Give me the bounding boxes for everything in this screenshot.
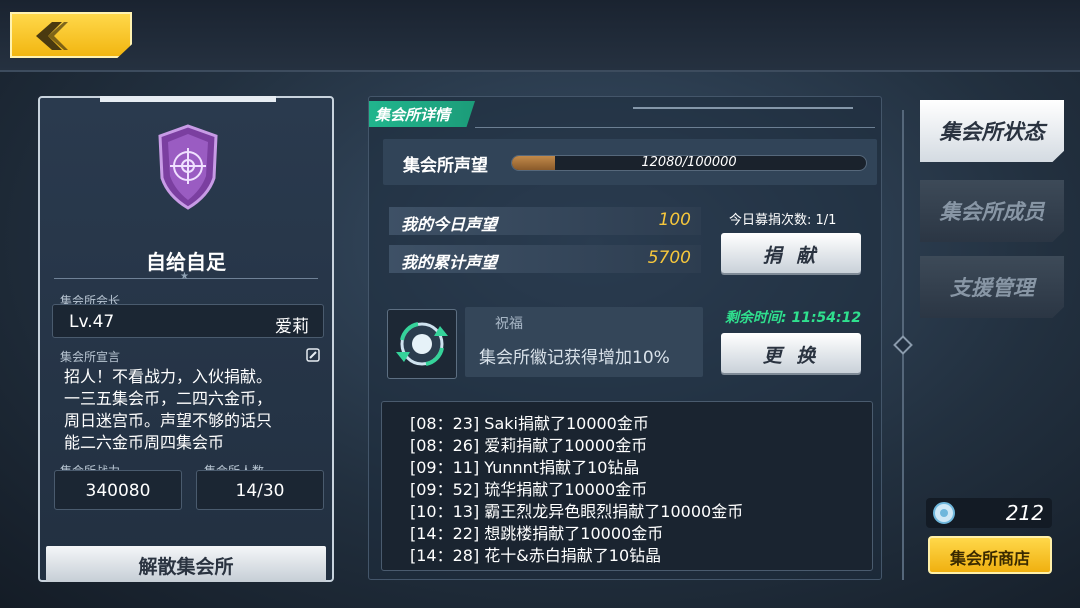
log-entry: [09：52] 琉华捐献了10000金币 <box>410 480 648 499</box>
tab-guild-status[interactable]: 集会所状态 <box>920 100 1064 162</box>
members-box: 14/30 <box>196 470 324 510</box>
log-entry: [14：28] 花十&赤白捐献了10钻晶 <box>410 546 662 565</box>
blessing-title: 祝福 <box>495 316 523 332</box>
star-icon: ★ <box>180 271 189 282</box>
declaration-line: 招人！不看战力，入伙捐献。 <box>64 367 273 386</box>
reputation-label: 集会所声望 <box>403 156 488 176</box>
power-value: 340080 <box>85 481 151 501</box>
guild-currency: 212 <box>926 498 1052 528</box>
tab-guild-members[interactable]: 集会所成员 <box>920 180 1064 242</box>
tab-label: 支援管理 <box>950 276 1034 300</box>
panel-cap <box>100 96 276 102</box>
donate-count: 今日募捐次数: 1/1 <box>729 213 837 228</box>
divider <box>633 107 853 109</box>
donate-button[interactable]: 捐 献 <box>721 233 861 273</box>
declaration-line: 一三五集会币，二四六金币， <box>64 389 273 408</box>
disband-label: 解散集会所 <box>138 556 234 578</box>
log-entry: [10：13] 霸王烈龙异色眼烈捐献了10000金币 <box>410 502 744 521</box>
log-entry: [08：23] Saki捐献了10000金币 <box>410 414 649 433</box>
total-reputation-value: 5700 <box>647 248 691 268</box>
declaration-text: 招人！不看战力，入伙捐献。 一三五集会币，二四六金币， 周日迷宫币。声望不够的话… <box>64 366 314 454</box>
top-bar <box>0 0 1080 72</box>
disband-button[interactable]: 解散集会所 <box>46 546 326 582</box>
power-box: 340080 <box>54 470 182 510</box>
log-entry: [08：26] 爱莉捐献了10000金币 <box>410 436 648 455</box>
leader-level: Lv.47 <box>69 312 115 332</box>
donate-button-label: 捐 献 <box>762 245 820 267</box>
guild-shop-button[interactable]: 集会所商店 <box>928 536 1052 574</box>
total-reputation-row: 我的累计声望 5700 <box>389 245 701 273</box>
reputation-progress-text: 12080/100000 <box>641 155 737 170</box>
declaration-line: 能二六金币周四集会币 <box>64 433 225 452</box>
change-button[interactable]: 更 换 <box>721 333 861 373</box>
blessing-icon-frame <box>387 309 457 379</box>
guild-currency-value: 212 <box>1005 501 1044 525</box>
tab-label: 集会所成员 <box>939 200 1045 224</box>
guild-badge-icon <box>396 322 448 366</box>
members-value: 14/30 <box>235 481 285 501</box>
today-reputation-label: 我的今日声望 <box>401 215 498 234</box>
guild-details-panel: 集会所详情 集会所声望 12080/100000 我的今日声望 100 我的累计… <box>368 96 882 580</box>
tab-support-management[interactable]: 支援管理 <box>920 256 1064 318</box>
reputation-progress-bar: 12080/100000 <box>511 155 867 171</box>
declaration-line: 周日迷宫币。声望不够的话只 <box>64 411 273 430</box>
rail-node <box>893 335 913 355</box>
tab-label: 集会所状态 <box>939 120 1045 144</box>
log-entry: [14：22] 想跳楼捐献了10000金币 <box>410 524 664 543</box>
details-tag: 集会所详情 <box>369 101 475 127</box>
guild-emblem-icon <box>158 124 218 210</box>
blessing-box: 祝福 集会所徽记获得增加10% <box>465 307 703 377</box>
guild-info-panel: 自给自足 ★ 集会所会长 Lv.47 爱莉 集会所宣言 招人！不看战力，入伙捐献… <box>38 96 334 582</box>
donation-log[interactable]: [08：23] Saki捐献了10000金币 [08：26] 爱莉捐献了1000… <box>381 401 873 571</box>
back-button[interactable] <box>10 12 132 58</box>
guild-shop-label: 集会所商店 <box>949 549 1030 568</box>
blessing-description: 集会所徽记获得增加10% <box>479 348 670 368</box>
guild-coin-icon <box>933 502 955 524</box>
leader-box: Lv.47 爱莉 <box>52 304 324 338</box>
today-reputation-value: 100 <box>658 210 691 230</box>
log-entry: [09：11] Yunnnt捐献了10钻晶 <box>410 458 640 477</box>
chevron-left-icon <box>36 22 68 50</box>
details-tag-label: 集会所详情 <box>375 106 451 124</box>
change-button-label: 更 换 <box>762 345 820 367</box>
divider <box>475 127 875 128</box>
reputation-row: 集会所声望 12080/100000 <box>383 139 877 185</box>
today-reputation-row: 我的今日声望 100 <box>389 207 701 235</box>
total-reputation-label: 我的累计声望 <box>401 253 498 272</box>
leader-name: 爱莉 <box>275 317 309 337</box>
remaining-time: 剩余时间: 11:54:12 <box>725 310 862 326</box>
